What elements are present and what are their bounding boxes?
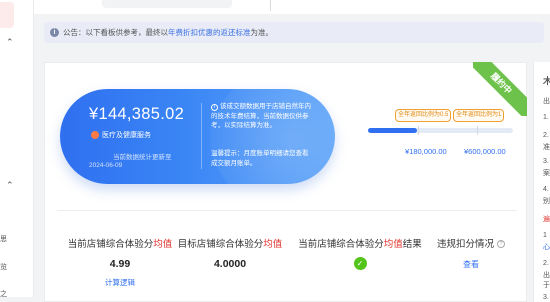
status-badge: 履约中 — [473, 62, 527, 116]
info-icon: i — [50, 28, 59, 37]
info-icon: i — [211, 104, 218, 111]
panel-text: 心 — [543, 244, 550, 251]
metric-current-score: 当前店铺综合体验分均值 4.99 计算逻辑 — [56, 236, 184, 288]
panel-text: 案 — [543, 170, 550, 177]
fee-status-card: 履约中 ¥144,385.02 医疗及健康服务 当前数据统计更新至 2024-0… — [44, 62, 527, 302]
panel-text: 3. — [543, 158, 549, 165]
tier-marker — [418, 126, 419, 135]
turnover-description: i 该成交额数据用于店铺自然年内的技术年费结算，当前数据仅供参考，以实际结算为准。 — [211, 102, 311, 131]
tier-tag: 全年返回比例为1 — [453, 109, 505, 122]
metric-value: 4.0000 — [213, 258, 247, 270]
announcement-bar: i 公告：以下看板供参考，最终以 年费折扣优惠的返还标准 为准。 — [44, 22, 544, 43]
panel-text: 2. — [543, 132, 549, 139]
sidebar-item-label[interactable]: 览 — [0, 262, 7, 272]
metric-header: 当前店铺综合体验分均值 — [67, 239, 173, 250]
view-violation-link[interactable]: 查看 — [430, 259, 512, 270]
sidebar-item-label[interactable]: 之 — [0, 289, 7, 299]
tier-progress-bar — [368, 126, 513, 135]
service-label: 医疗及健康服务 — [102, 132, 151, 139]
calculation-logic-link[interactable]: 计算逻辑 — [56, 277, 184, 288]
metric-violation: 违规扣分情况? 查看 — [430, 236, 512, 270]
update-hint: 当前数据统计更新至 — [113, 154, 172, 161]
sidebar: ⌃ ⌃ 思 览 之 — [0, 0, 34, 299]
status-ribbon: 履约中 — [473, 62, 527, 116]
panel-title: 木 — [543, 74, 550, 87]
chevron-up-icon[interactable]: ⌃ — [6, 181, 14, 191]
turnover-hero: ¥144,385.02 医疗及健康服务 当前数据统计更新至 2024-06-09… — [60, 89, 335, 184]
panel-text: 出 — [543, 98, 550, 105]
sidebar-active-tab[interactable] — [0, 2, 14, 28]
panel-text: 1 — [543, 232, 547, 239]
panel-text: 出 — [543, 272, 550, 279]
metric-value: 4.99 — [109, 258, 131, 270]
panel-text: 准 — [543, 144, 550, 151]
tier-amount: ¥600,000.00 — [464, 147, 506, 156]
metric-header: 目标店铺综合体验分均值 — [177, 239, 283, 250]
panel-text: 2. — [543, 260, 549, 267]
description-text: 该成交额数据用于店铺自然年内的技术年费结算，当前数据仅供参考，以实际结算为准。 — [211, 103, 311, 129]
service-category: 医疗及健康服务 — [91, 130, 151, 140]
panel-text: 4. — [543, 186, 549, 193]
divider — [201, 103, 202, 169]
update-date: 2024-06-09 — [89, 162, 123, 169]
chevron-up-icon[interactable]: ⌃ — [6, 38, 14, 48]
top-bar — [34, 0, 550, 14]
tier-tag: 全年返回比例为0.5 — [395, 109, 452, 122]
panel-text: 于 — [543, 282, 550, 289]
progress-fill — [368, 128, 418, 133]
tier-amount: ¥180,000.00 — [405, 147, 447, 156]
announcement-prefix: 公告：以下看板供参考，最终以 — [63, 28, 168, 37]
announcement-suffix: 为准。 — [250, 28, 274, 37]
check-icon: ✓ — [353, 257, 367, 270]
reminder-text: 温馨提示：月度账单明细请您查看成交额月账单。 — [211, 150, 309, 167]
metric-header: 违规扣分情况? — [430, 236, 512, 250]
announcement-link[interactable]: 年费折扣优惠的返还标准 — [168, 27, 251, 38]
tier-marker — [477, 126, 478, 135]
panel-text: 1. — [543, 114, 549, 121]
medical-icon — [91, 131, 99, 139]
divider — [270, 0, 271, 11]
rules-side-panel: 木 出 1. 2. 准 3. 案 4. 别 遍 1 心 2. 出 于 3. — [533, 62, 550, 302]
divider — [57, 210, 517, 211]
panel-text: 遍 — [543, 216, 550, 223]
sidebar-item-label[interactable]: 思 — [0, 234, 7, 244]
metric-score-result: 当前店铺综合体验分均值结果 ✓ — [288, 236, 432, 271]
top-search-field[interactable] — [102, 0, 232, 8]
metric-header: 当前店铺综合体验分均值结果 — [298, 239, 422, 250]
panel-text: 3. — [543, 294, 549, 301]
help-icon[interactable]: ? — [497, 240, 505, 249]
turnover-amount: ¥144,385.02 — [89, 105, 185, 123]
panel-text: 别 — [543, 198, 550, 205]
metric-target-score: 目标店铺综合体验分均值 4.0000 — [172, 236, 288, 270]
